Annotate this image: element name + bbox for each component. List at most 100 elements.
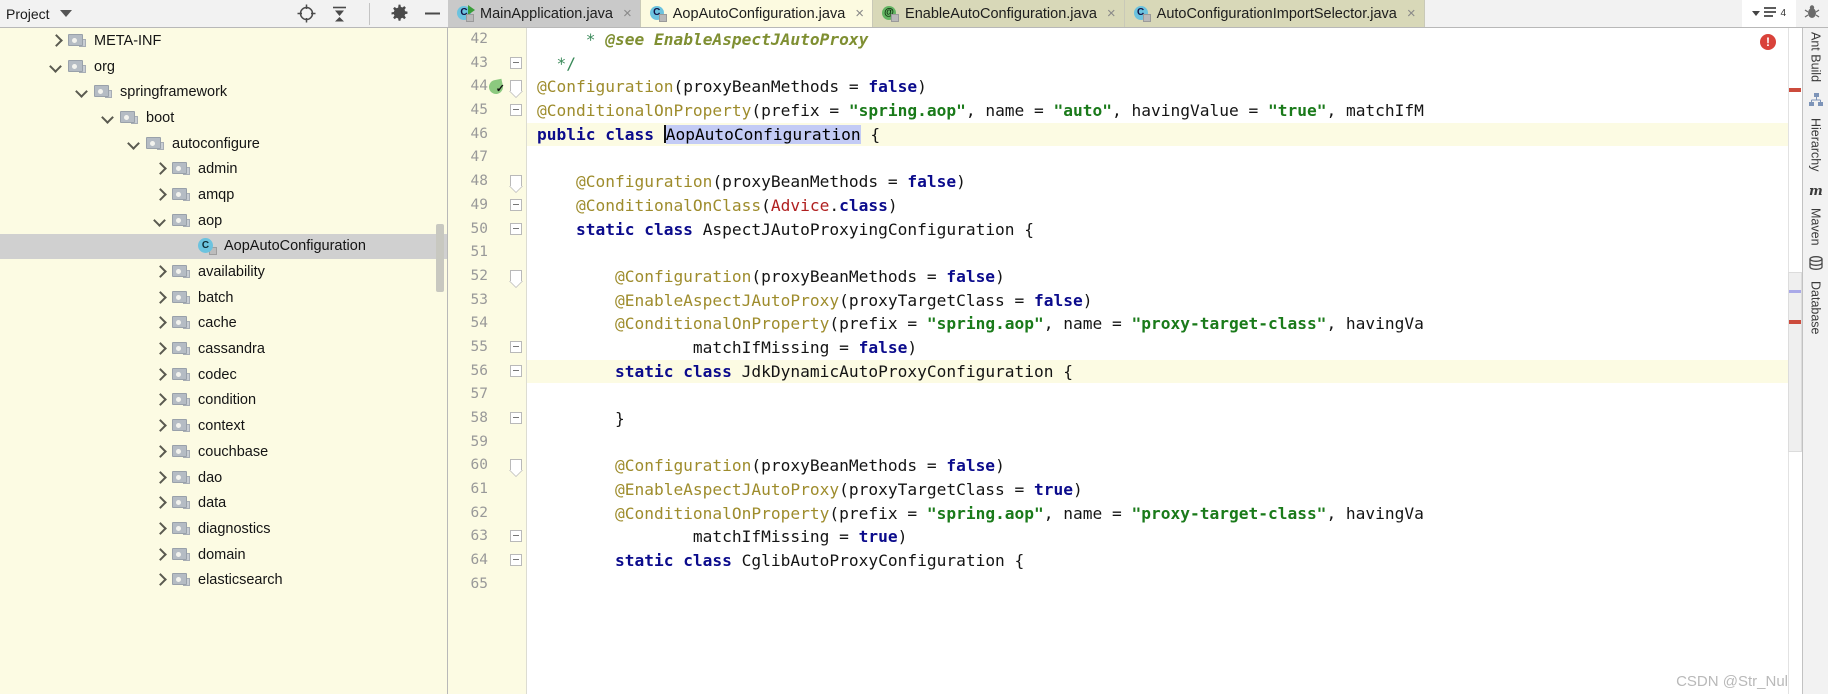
chevron-right-icon[interactable] bbox=[152, 418, 168, 434]
close-icon[interactable]: × bbox=[1407, 5, 1416, 22]
chevron-right-icon[interactable] bbox=[152, 444, 168, 460]
tree-node[interactable]: domain bbox=[0, 542, 447, 568]
chevron-down-icon[interactable] bbox=[100, 110, 116, 126]
tree-node[interactable]: META-INF bbox=[0, 28, 447, 54]
gutter-line[interactable]: 56 bbox=[448, 360, 526, 384]
run-configuration-icon[interactable]: ✓ bbox=[487, 79, 505, 96]
tree-node[interactable]: org bbox=[0, 54, 447, 80]
gutter-line[interactable]: 57 bbox=[448, 383, 526, 407]
code-fold-marker[interactable] bbox=[510, 412, 523, 425]
hide-panel-icon[interactable] bbox=[423, 4, 442, 23]
code-line[interactable]: matchIfMissing = true) bbox=[527, 525, 1802, 549]
code-fold-marker[interactable] bbox=[510, 104, 523, 117]
tree-node[interactable]: data bbox=[0, 490, 447, 516]
chevron-down-icon[interactable] bbox=[74, 84, 90, 100]
settings-gear-icon[interactable] bbox=[390, 4, 409, 23]
chevron-down-icon[interactable] bbox=[152, 213, 168, 229]
tab-autoconfigurationimportselector[interactable]: C AutoConfigurationImportSelector.java × bbox=[1124, 0, 1425, 27]
code-line[interactable]: * @see EnableAspectJAutoProxy bbox=[527, 28, 1802, 52]
close-icon[interactable]: × bbox=[855, 5, 864, 22]
code-line[interactable]: */ bbox=[527, 52, 1802, 76]
close-icon[interactable]: × bbox=[1107, 5, 1116, 22]
tree-node[interactable]: autoconfigure bbox=[0, 131, 447, 157]
code-line[interactable]: matchIfMissing = false) bbox=[527, 336, 1802, 360]
gutter-line[interactable]: 44 ✓ bbox=[448, 75, 526, 99]
locate-target-icon[interactable] bbox=[297, 4, 316, 23]
chevron-right-icon[interactable] bbox=[152, 572, 168, 588]
code-line[interactable]: @ConditionalOnClass(Advice.class) bbox=[527, 194, 1802, 218]
code-fold-marker[interactable] bbox=[509, 269, 523, 288]
collapse-all-icon[interactable] bbox=[330, 4, 349, 23]
tree-node[interactable]: availability bbox=[0, 259, 447, 285]
code-line[interactable] bbox=[527, 573, 1802, 597]
gutter-line[interactable]: 49 bbox=[448, 194, 526, 218]
code-line[interactable]: @Configuration(proxyBeanMethods = false) bbox=[527, 265, 1802, 289]
tree-node[interactable]: boot bbox=[0, 105, 447, 131]
code-line[interactable] bbox=[527, 383, 1802, 407]
tab-enableautoconfiguration[interactable]: @ EnableAutoConfiguration.java × bbox=[873, 0, 1125, 27]
code-line[interactable]: @Configuration(proxyBeanMethods = false) bbox=[527, 170, 1802, 194]
code-fold-marker[interactable] bbox=[510, 222, 523, 236]
gutter-line[interactable]: 54 bbox=[448, 312, 526, 336]
chevron-right-icon[interactable] bbox=[152, 470, 168, 486]
tree-node[interactable]: dao bbox=[0, 465, 447, 491]
error-badge[interactable]: ! bbox=[1760, 34, 1776, 50]
hierarchy-icon[interactable] bbox=[1808, 92, 1824, 108]
markbar-thumb[interactable] bbox=[1788, 272, 1802, 452]
code-line[interactable]: } bbox=[527, 407, 1802, 431]
code-line[interactable]: @EnableAspectJAutoProxy(proxyTargetClass… bbox=[527, 478, 1802, 502]
chevron-right-icon[interactable] bbox=[152, 367, 168, 383]
code-fold-marker[interactable] bbox=[509, 80, 523, 99]
gutter-line[interactable]: 47 bbox=[448, 146, 526, 170]
tree-node[interactable]: codec bbox=[0, 362, 447, 388]
rail-item-maven[interactable]: Maven bbox=[1809, 208, 1823, 246]
code-fold-marker[interactable] bbox=[510, 364, 523, 378]
error-stripe-markbar[interactable] bbox=[1788, 28, 1802, 694]
code-fold-marker[interactable] bbox=[510, 530, 523, 543]
gutter-line[interactable]: 64 bbox=[448, 549, 526, 573]
gutter-line[interactable]: 53 bbox=[448, 289, 526, 313]
chevron-right-icon[interactable] bbox=[152, 290, 168, 306]
warning-stripe-mark[interactable] bbox=[1789, 290, 1801, 293]
code-line[interactable] bbox=[527, 431, 1802, 455]
tree-node[interactable]: admin bbox=[0, 156, 447, 182]
rail-item-hierarchy[interactable]: Hierarchy bbox=[1809, 118, 1823, 172]
chevron-right-icon[interactable] bbox=[152, 264, 168, 280]
code-line[interactable]: static class AspectJAutoProxyingConfigur… bbox=[527, 218, 1802, 242]
code-line[interactable]: @ConditionalOnProperty(prefix = "spring.… bbox=[527, 99, 1802, 123]
chevron-right-icon[interactable] bbox=[152, 392, 168, 408]
gutter-line[interactable]: 50 bbox=[448, 218, 526, 242]
gutter-line[interactable]: 58 bbox=[448, 407, 526, 431]
code-line[interactable]: @EnableAspectJAutoProxy(proxyTargetClass… bbox=[527, 289, 1802, 313]
chevron-right-icon[interactable] bbox=[152, 315, 168, 331]
chevron-right-icon[interactable] bbox=[152, 547, 168, 563]
error-stripe-mark[interactable] bbox=[1789, 320, 1801, 324]
code-fold-marker[interactable] bbox=[510, 56, 523, 70]
gutter-line[interactable]: 42 bbox=[448, 28, 526, 52]
tree-node[interactable]: elasticsearch bbox=[0, 567, 447, 593]
chevron-right-icon[interactable] bbox=[48, 33, 64, 49]
tree-node[interactable]: diagnostics bbox=[0, 516, 447, 542]
error-stripe-mark[interactable] bbox=[1789, 88, 1801, 92]
gutter-line[interactable]: 46 bbox=[448, 123, 526, 147]
tree-node[interactable]: condition bbox=[0, 388, 447, 414]
chevron-down-icon[interactable] bbox=[126, 136, 142, 152]
gutter-line[interactable]: 62 bbox=[448, 502, 526, 526]
code-line[interactable]: @ConditionalOnProperty(prefix = "spring.… bbox=[527, 502, 1802, 526]
editor-gutter[interactable]: 42 43 44 ✓ 45 46 47 48 49 50 51 52 53 54 55 56 57 58 59 60 6… bbox=[448, 28, 526, 694]
code-fold-marker[interactable] bbox=[509, 175, 523, 194]
tree-node[interactable]: batch bbox=[0, 285, 447, 311]
rail-item-ant-build[interactable]: Ant Build bbox=[1809, 32, 1823, 82]
database-icon[interactable] bbox=[1808, 255, 1824, 271]
code-fold-marker[interactable] bbox=[510, 554, 523, 567]
gutter-line[interactable]: 48 bbox=[448, 170, 526, 194]
code-line[interactable]: @Configuration(proxyBeanMethods = false) bbox=[527, 454, 1802, 478]
gutter-line[interactable]: 51 bbox=[448, 241, 526, 265]
maven-icon[interactable]: m bbox=[1808, 182, 1824, 199]
code-fold-marker[interactable] bbox=[510, 340, 523, 354]
rail-item-database[interactable]: Database bbox=[1809, 281, 1823, 335]
gutter-line[interactable]: 43 bbox=[448, 52, 526, 76]
gutter-line[interactable]: 63 bbox=[448, 525, 526, 549]
gutter-line[interactable]: 45 bbox=[448, 99, 526, 123]
tree-scrollbar[interactable] bbox=[436, 224, 444, 292]
